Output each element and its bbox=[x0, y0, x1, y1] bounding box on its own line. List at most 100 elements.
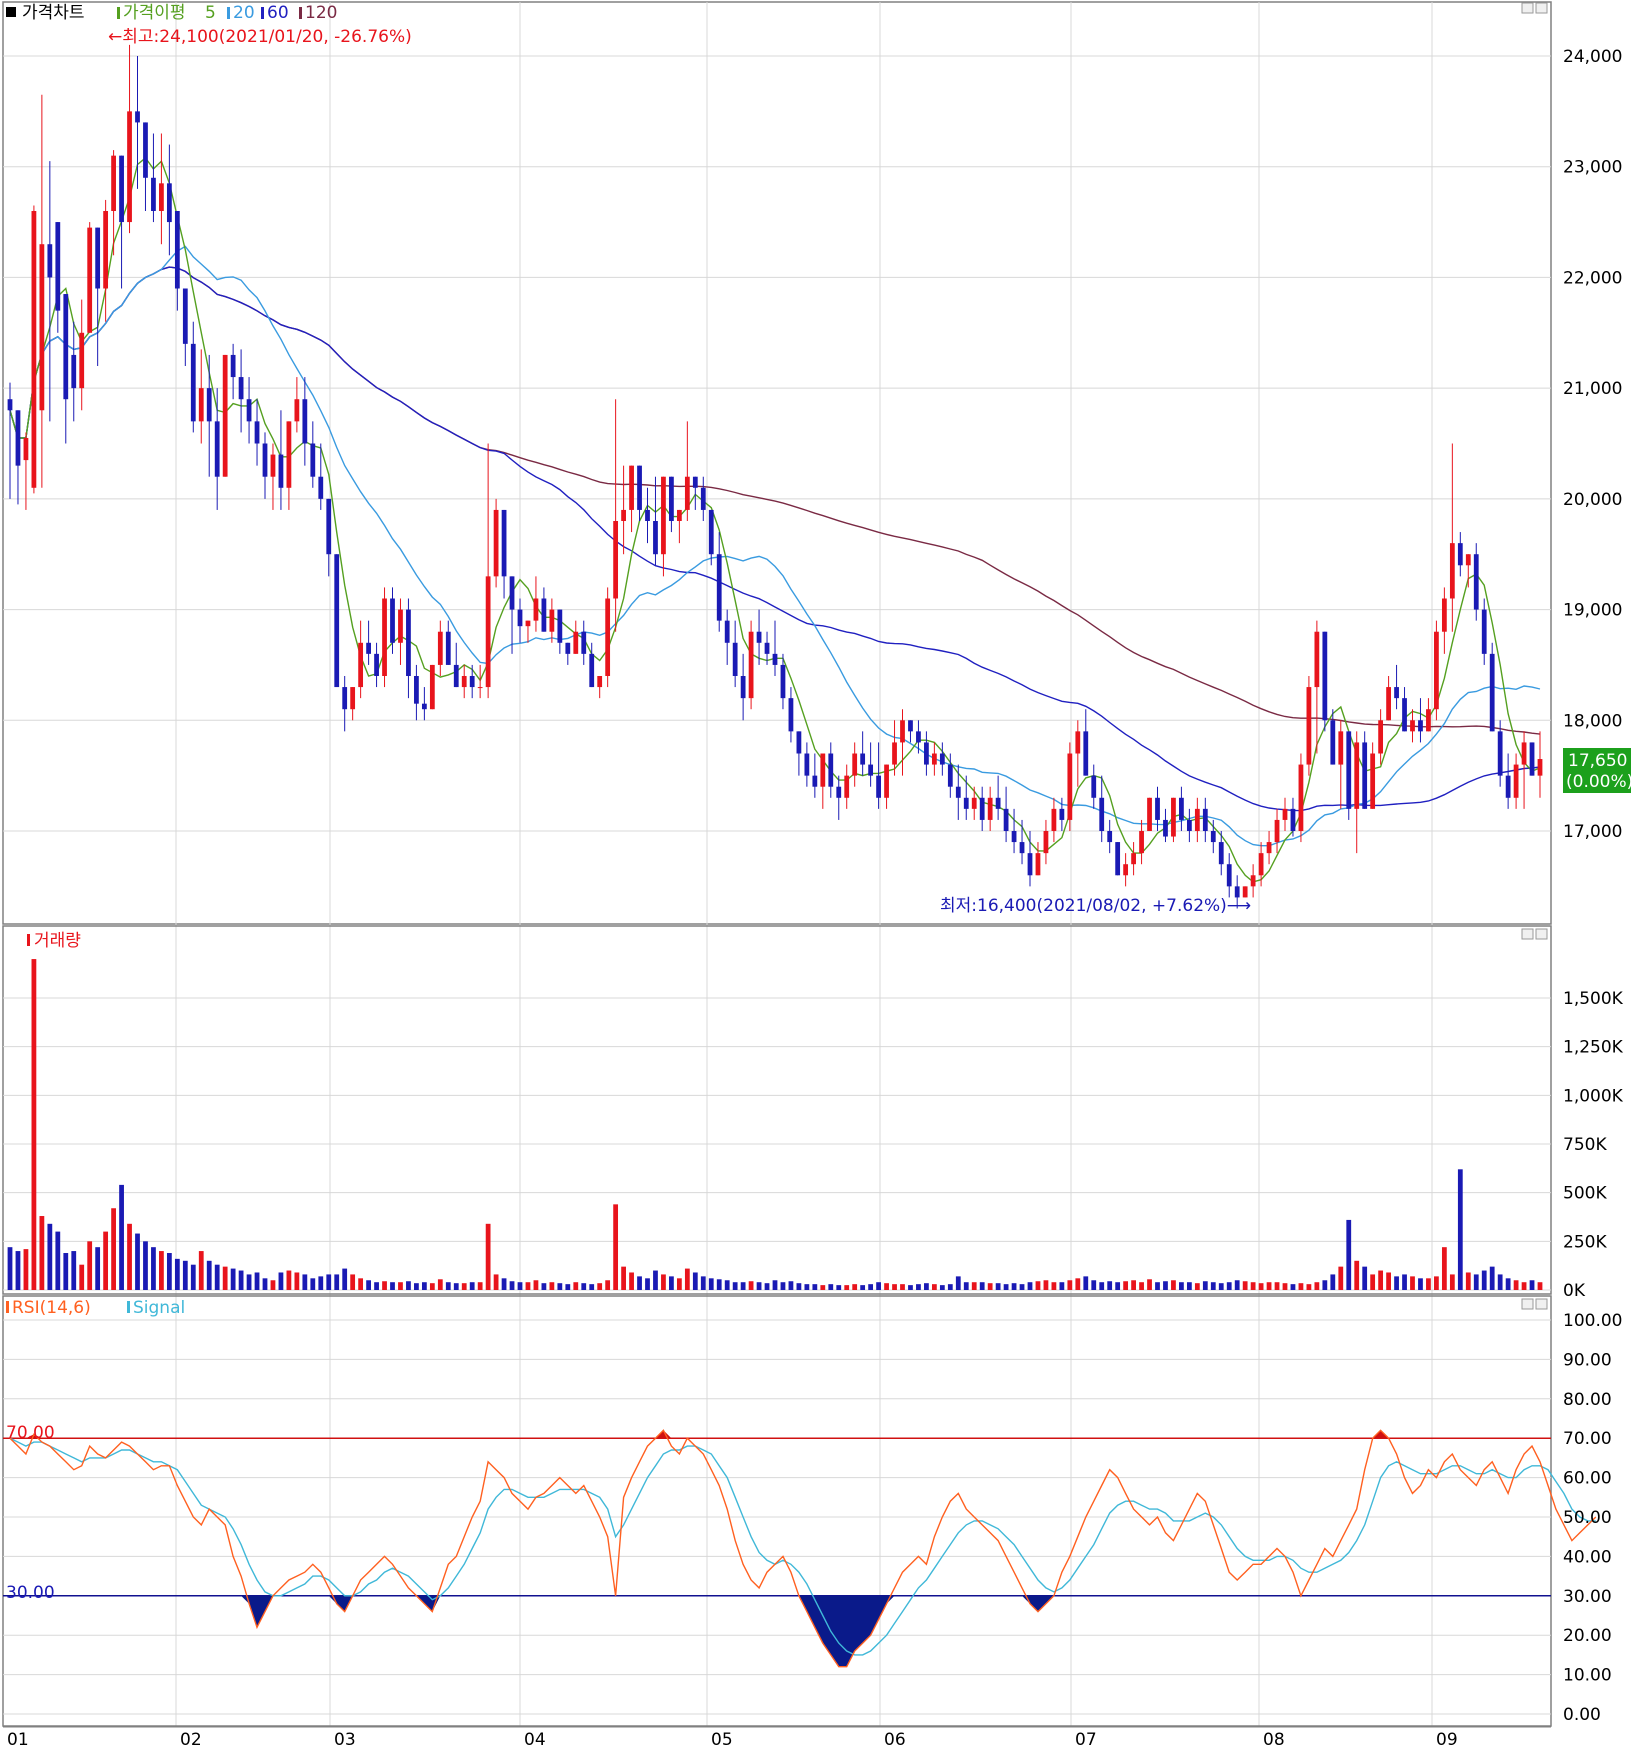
volume-bar bbox=[1051, 1282, 1057, 1290]
x-tick-label: 08 bbox=[1263, 1730, 1285, 1750]
x-tick-label: 04 bbox=[524, 1730, 546, 1750]
minimize-icon[interactable] bbox=[1521, 2, 1534, 14]
volume-bar bbox=[708, 1278, 714, 1290]
volume-bar bbox=[732, 1282, 738, 1290]
candle-body bbox=[1115, 842, 1121, 876]
volume-bar bbox=[1179, 1282, 1184, 1290]
x-tick-label: 05 bbox=[711, 1730, 733, 1750]
candle-body bbox=[1418, 720, 1423, 732]
volume-bar bbox=[182, 1260, 188, 1290]
volume-bar bbox=[1147, 1279, 1152, 1290]
candle-body bbox=[1202, 808, 1208, 831]
volume-bar bbox=[916, 1284, 921, 1290]
candle-body bbox=[230, 354, 236, 378]
candle-body bbox=[1457, 543, 1463, 566]
candle-body bbox=[1011, 831, 1017, 843]
volume-bar bbox=[1274, 1282, 1280, 1290]
volume-bar bbox=[939, 1285, 945, 1290]
candle-body bbox=[143, 122, 148, 178]
candle-body bbox=[151, 177, 156, 211]
volume-bar bbox=[302, 1274, 308, 1290]
volume-bar bbox=[1210, 1282, 1216, 1290]
volume-bar bbox=[334, 1274, 340, 1290]
signal-marker-icon bbox=[127, 1301, 130, 1313]
volume-bar bbox=[254, 1272, 260, 1290]
candle-body bbox=[429, 664, 435, 710]
close-icon[interactable] bbox=[1535, 2, 1548, 14]
candle-body bbox=[1179, 797, 1184, 820]
candle-body bbox=[724, 620, 730, 643]
candle-body bbox=[166, 183, 172, 223]
volume-bar bbox=[1314, 1282, 1320, 1290]
candle-body bbox=[589, 653, 595, 688]
rsi-tick-label: 40.00 bbox=[1563, 1547, 1612, 1567]
candle-body bbox=[366, 642, 371, 654]
price-tick-label: 18,000 bbox=[1563, 711, 1622, 731]
candle-body bbox=[517, 609, 523, 627]
volume-bar bbox=[995, 1283, 1001, 1290]
volume-bar bbox=[143, 1241, 148, 1290]
volume-bar bbox=[318, 1276, 324, 1290]
candle-body bbox=[1019, 842, 1025, 854]
volume-bar bbox=[1099, 1282, 1105, 1290]
candle-body bbox=[1218, 842, 1224, 865]
x-tick-label: 06 bbox=[884, 1730, 906, 1750]
volume-bar bbox=[892, 1284, 897, 1290]
volume-minimize-icon[interactable] bbox=[1521, 928, 1534, 940]
volume-bar bbox=[326, 1274, 332, 1290]
ma120-label: 120 bbox=[305, 3, 337, 23]
candle-body bbox=[557, 609, 563, 643]
candle-body bbox=[1282, 808, 1288, 820]
volume-bar bbox=[820, 1285, 826, 1290]
rsi-minimize-icon[interactable] bbox=[1521, 1298, 1534, 1310]
last-price-box: 17,650 (0.00%) bbox=[1563, 748, 1632, 793]
volume-bar bbox=[1226, 1282, 1232, 1290]
candle-body bbox=[629, 465, 634, 510]
last-price: 17,650 bbox=[1568, 751, 1627, 771]
volume-bar bbox=[1163, 1281, 1168, 1290]
volume-close-icon[interactable] bbox=[1535, 928, 1548, 940]
volume-bar bbox=[71, 1251, 77, 1290]
rsi-close-icon[interactable] bbox=[1535, 1298, 1548, 1310]
candle-body bbox=[1434, 631, 1439, 710]
volume-bar bbox=[1091, 1280, 1097, 1290]
candle-body bbox=[1354, 742, 1360, 809]
volume-bar bbox=[836, 1285, 842, 1290]
candle-body bbox=[294, 399, 300, 422]
volume-bar bbox=[246, 1274, 252, 1290]
candle-body bbox=[716, 554, 722, 621]
candle-body bbox=[55, 222, 61, 311]
price-tick-label: 19,000 bbox=[1563, 601, 1622, 621]
volume-bar bbox=[828, 1284, 834, 1290]
volume-bar bbox=[1115, 1282, 1121, 1290]
candle-body bbox=[350, 687, 356, 710]
ma60-marker-icon bbox=[261, 7, 264, 19]
candle-body bbox=[15, 410, 21, 466]
rsi-marker-icon bbox=[6, 1301, 9, 1313]
volume-bar bbox=[748, 1281, 754, 1290]
candle-body bbox=[1210, 831, 1216, 843]
volume-bar bbox=[557, 1283, 563, 1290]
volume-bar bbox=[987, 1283, 993, 1290]
candle-body bbox=[613, 521, 619, 599]
candle-body bbox=[979, 797, 985, 820]
candle-body bbox=[238, 377, 244, 400]
volume-bar bbox=[374, 1282, 379, 1290]
candle-body bbox=[493, 509, 499, 577]
volume-bar bbox=[1139, 1282, 1144, 1290]
volume-bar bbox=[1513, 1280, 1519, 1290]
candle-body bbox=[270, 454, 276, 477]
volume-bar bbox=[87, 1241, 93, 1290]
volume-bar bbox=[684, 1268, 690, 1290]
volume-bar bbox=[979, 1282, 985, 1290]
volume-bar bbox=[127, 1223, 132, 1290]
candle-body bbox=[7, 399, 13, 411]
volume-bar bbox=[358, 1278, 364, 1290]
volume-bar bbox=[350, 1274, 356, 1290]
volume-bar bbox=[629, 1272, 634, 1290]
candle-body bbox=[390, 598, 395, 643]
volume-bar bbox=[1043, 1280, 1049, 1290]
volume-bar bbox=[1123, 1281, 1129, 1290]
candle-body bbox=[1035, 853, 1041, 876]
candle-body bbox=[621, 509, 626, 521]
